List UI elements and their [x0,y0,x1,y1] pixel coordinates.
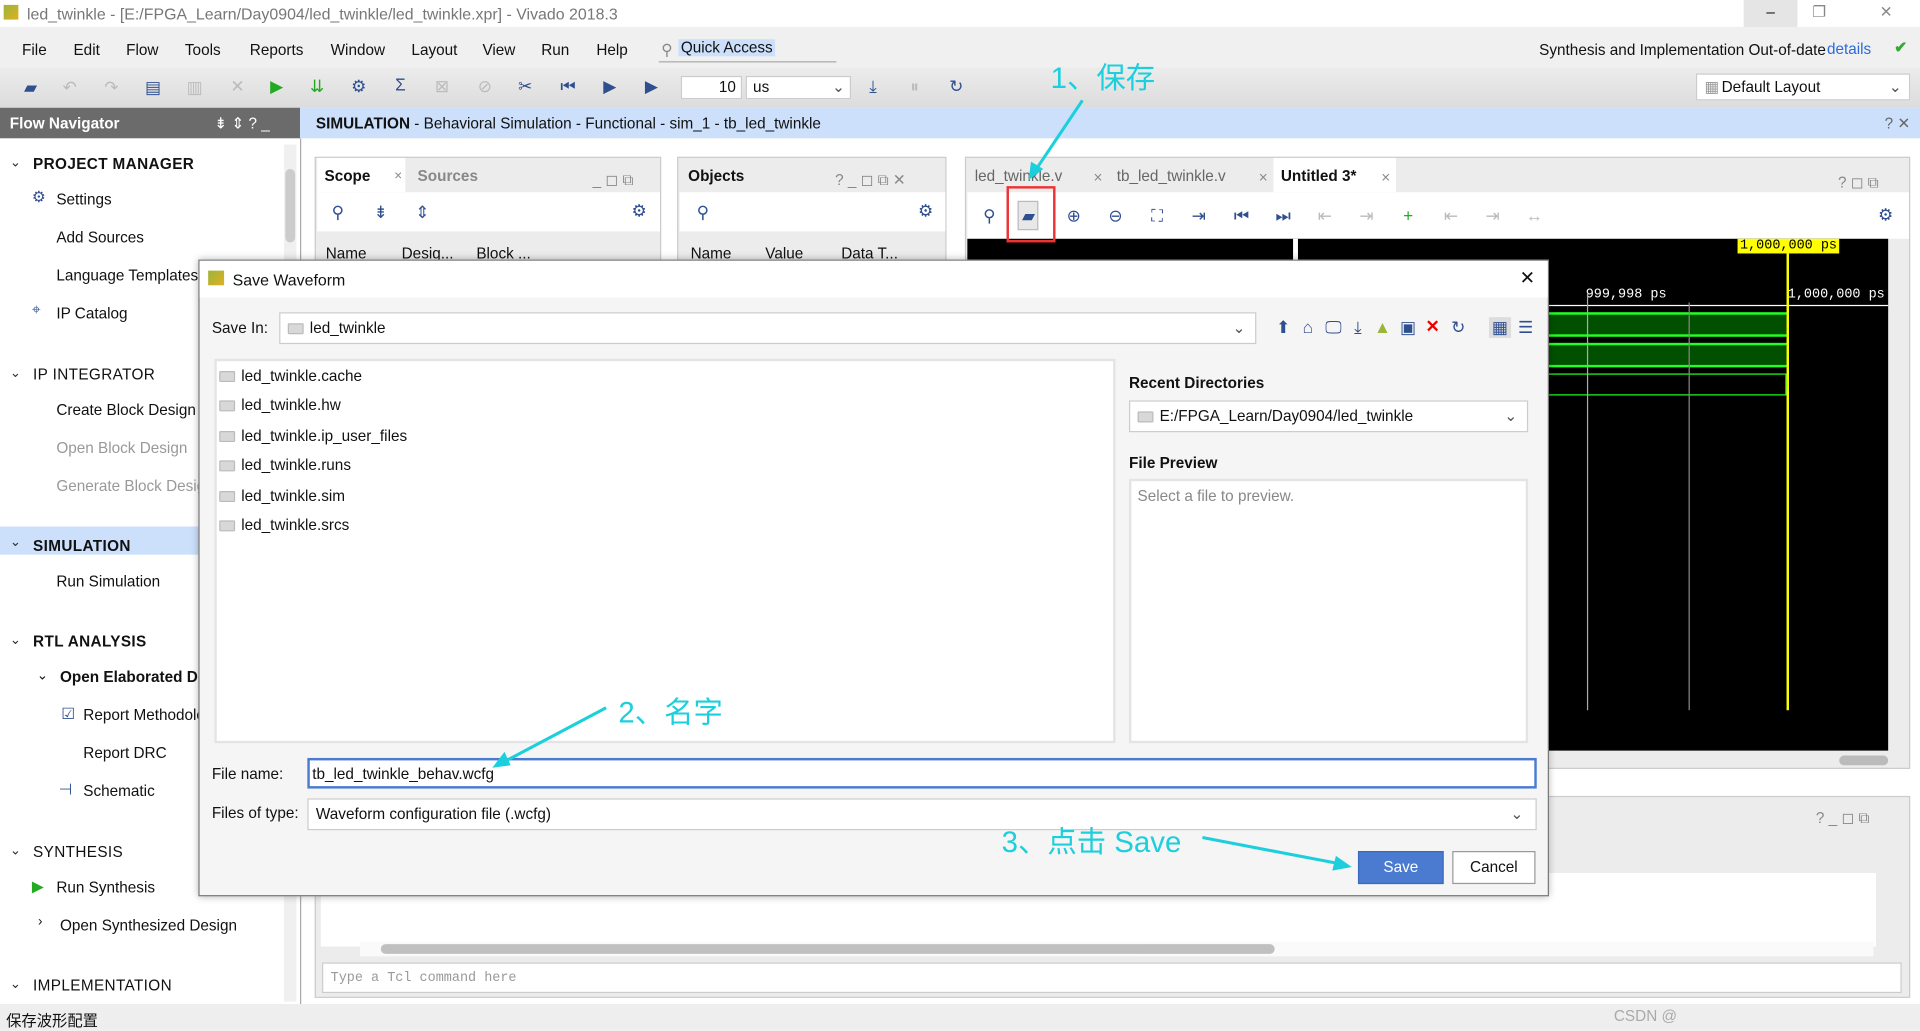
arrowhead-2 [492,751,511,768]
watermark: CSDN @ [1613,1007,1678,1025]
annotation-step-1: 1、保存 [1050,62,1156,96]
status-bar: 保存波形配置 CSDN @ [0,1004,1920,1030]
arrow-1 [1033,99,1084,173]
status-text: 保存波形配置 [6,1012,98,1030]
annotation-arrows [492,99,1352,871]
arrow-2 [503,706,607,763]
annotation-step-3: 3、点击 Save [1001,826,1182,860]
arrowhead-3 [1332,855,1352,871]
annotation-step-2: 2、名字 [618,696,723,730]
arrow-3 [1202,836,1338,865]
